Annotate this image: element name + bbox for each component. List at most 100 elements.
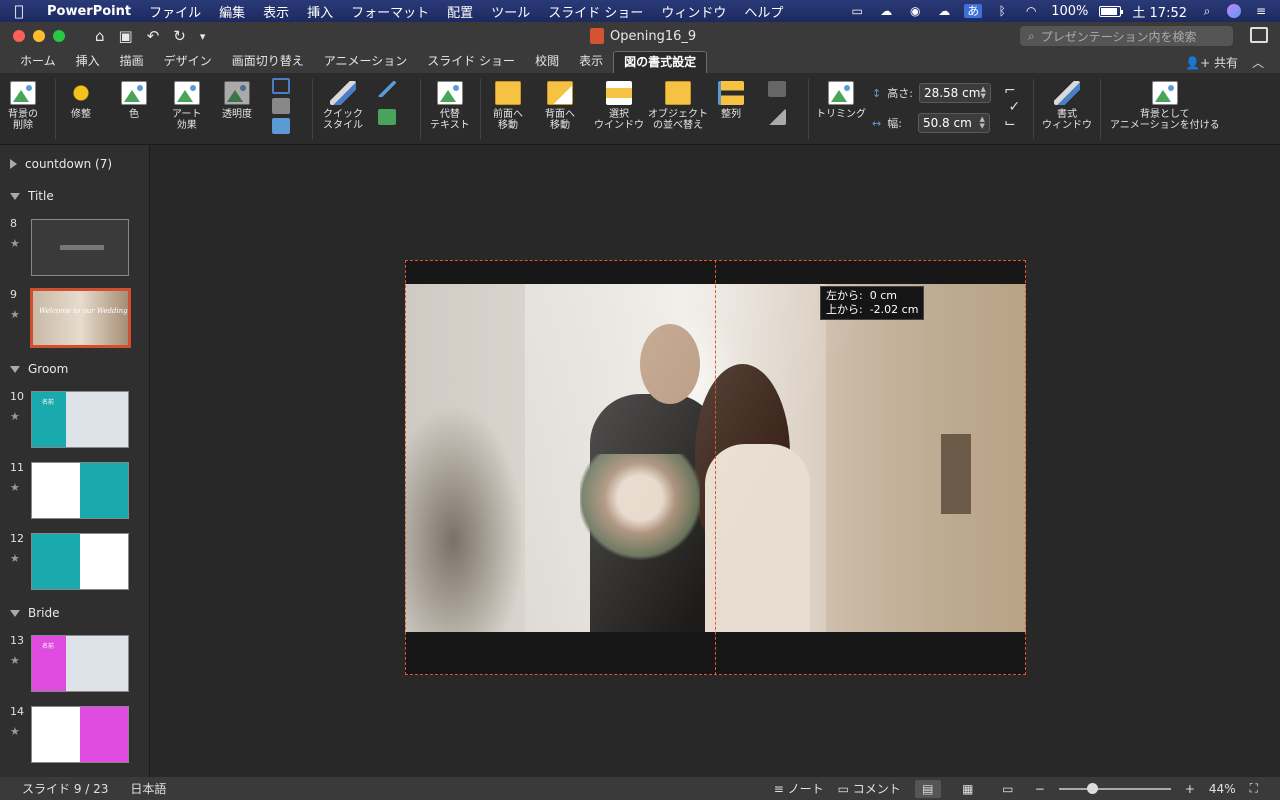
menu-view[interactable]: 表示	[254, 2, 298, 21]
menu-slideshow[interactable]: スライド ショー	[539, 2, 652, 21]
width-stepper-icon[interactable]: ▲ ▼	[980, 116, 985, 130]
bring-forward-button[interactable]: 前面へ 移動	[493, 81, 523, 131]
expand-arrow-icon[interactable]	[10, 159, 17, 169]
creative-cloud-icon[interactable]: ☁	[877, 4, 895, 18]
zoom-slider-knob[interactable]	[1087, 782, 1099, 794]
arrange-objects-button[interactable]: オブジェクト の並べ替え	[648, 81, 708, 131]
section-groom[interactable]: Groom	[10, 362, 68, 376]
section-title[interactable]: Title	[10, 189, 54, 203]
bluetooth-icon[interactable]: ᛒ	[993, 4, 1011, 18]
menu-tools[interactable]: ツール	[482, 2, 539, 21]
slide-9[interactable]	[405, 260, 1026, 675]
tab-insert[interactable]: 挿入	[66, 51, 110, 73]
slide-editor-canvas[interactable]: 左から: 0 cm 上から: -2.02 cm	[150, 145, 1280, 777]
undo-icon[interactable]: ↶	[147, 27, 160, 45]
tab-draw[interactable]: 描画	[110, 51, 154, 73]
crop-button[interactable]: トリミング	[816, 81, 866, 120]
tab-animations[interactable]: アニメーション	[314, 51, 418, 73]
menu-help[interactable]: ヘルプ	[735, 2, 792, 21]
cloud-upload-icon[interactable]: ☁	[935, 4, 953, 18]
fit-to-window-icon[interactable]: ⛶	[1250, 781, 1258, 796]
slide-thumbnail-12[interactable]	[31, 533, 129, 590]
sidebar-toggle-icon[interactable]	[1250, 27, 1268, 43]
zoom-in-icon[interactable]: +	[1185, 782, 1195, 796]
width-input[interactable]: 50.8 cm ▲ ▼	[917, 113, 990, 133]
quick-styles-button[interactable]: クイック スタイル	[323, 81, 363, 131]
slide-thumbnail-13[interactable]: 名前	[31, 635, 129, 692]
animate-background-button[interactable]: 背景として アニメーションを付ける	[1110, 81, 1220, 131]
redo-icon[interactable]: ↻	[173, 27, 186, 45]
crop-label: トリミング	[816, 109, 866, 120]
tab-review[interactable]: 校閲	[525, 51, 569, 73]
tab-transitions[interactable]: 画面切り替え	[222, 51, 314, 73]
compress-pictures-button[interactable]	[272, 78, 290, 138]
language-indicator[interactable]: 日本語	[130, 780, 166, 797]
wifi-status-icon[interactable]: ◉	[906, 4, 924, 18]
notification-center-icon[interactable]: ≡	[1252, 4, 1270, 18]
minimize-window-button[interactable]	[33, 30, 45, 42]
menu-edit[interactable]: 編集	[210, 2, 254, 21]
spotlight-icon[interactable]: ⌕	[1198, 4, 1216, 18]
zoom-slider[interactable]	[1058, 782, 1171, 794]
zoom-level[interactable]: 44%	[1209, 782, 1236, 796]
presenter-view-button[interactable]: ▭	[995, 780, 1021, 798]
lock-aspect-icon[interactable]: ⌐ ✓ ⌙	[1004, 83, 1020, 131]
menu-arrange[interactable]: 配置	[438, 2, 482, 21]
section-countdown[interactable]: countdown (7)	[10, 157, 112, 171]
corrections-button[interactable]: 修整	[68, 81, 94, 120]
customize-toolbar-icon[interactable]: ▾	[200, 30, 206, 43]
siri-icon[interactable]	[1227, 4, 1241, 18]
share-button[interactable]: 👤+ 共有	[1185, 54, 1238, 71]
save-icon[interactable]: ▣	[119, 27, 133, 45]
share-label: 共有	[1213, 55, 1238, 70]
apple-icon[interactable]: 	[0, 2, 38, 20]
tab-picture-format[interactable]: 図の書式設定	[613, 51, 708, 73]
transparency-button[interactable]: 透明度	[222, 81, 252, 120]
menu-format[interactable]: フォーマット	[342, 2, 438, 21]
display-icon[interactable]: ▭	[848, 4, 866, 18]
tab-view[interactable]: 表示	[569, 51, 613, 73]
remove-background-button[interactable]: 背景の 削除	[8, 81, 38, 131]
format-pane-button[interactable]: 書式 ウィンドウ	[1042, 81, 1092, 131]
normal-view-button[interactable]: ▤	[914, 779, 941, 798]
menu-window[interactable]: ウィンドウ	[652, 2, 735, 21]
alt-text-button[interactable]: 代替 テキスト	[430, 81, 470, 131]
slide-sorter-button[interactable]: ▦	[955, 780, 981, 798]
art-effects-button[interactable]: アート 効果	[172, 81, 201, 131]
selection-pane-button[interactable]: 選択 ウインドウ	[594, 81, 644, 131]
send-backward-button[interactable]: 背面へ 移動	[545, 81, 575, 131]
collapse-ribbon-icon[interactable]: ︿	[1252, 54, 1264, 71]
tab-slideshow[interactable]: スライド ショー	[417, 51, 525, 73]
menu-file[interactable]: ファイル	[140, 2, 210, 21]
slide-thumbnail-11[interactable]	[31, 462, 129, 519]
tab-design[interactable]: デザイン	[154, 51, 222, 73]
group-rotate-buttons[interactable]	[768, 81, 786, 129]
wifi-icon[interactable]: ◠	[1022, 4, 1040, 18]
menu-app[interactable]: PowerPoint	[38, 4, 140, 19]
search-box[interactable]: ⌕ プレゼンテーション内を検索	[1020, 26, 1233, 46]
slide-thumbnail-8[interactable]	[31, 219, 129, 276]
picture-border-button[interactable]	[378, 81, 396, 129]
zoom-window-button[interactable]	[53, 30, 65, 42]
clock[interactable]: 土 17:52	[1132, 2, 1187, 21]
comments-button[interactable]: ▭ コメント	[838, 780, 901, 797]
slide-thumbnail-9[interactable]: Welcome to our Wedding	[30, 288, 131, 348]
height-stepper-icon[interactable]: ▲ ▼	[981, 86, 986, 100]
slide-thumbnail-14[interactable]	[31, 706, 129, 763]
notes-button[interactable]: ≡ ノート	[774, 780, 824, 797]
slide-thumbnail-10[interactable]: 名前	[31, 391, 129, 448]
zoom-out-icon[interactable]: −	[1035, 782, 1045, 796]
collapse-arrow-icon[interactable]	[10, 192, 20, 200]
home-icon[interactable]: ⌂	[95, 27, 105, 45]
battery-icon[interactable]	[1099, 5, 1124, 17]
ime-icon[interactable]: あ	[964, 4, 983, 18]
tab-home[interactable]: ホーム	[10, 51, 66, 73]
section-bride[interactable]: Bride	[10, 606, 60, 620]
close-window-button[interactable]	[13, 30, 25, 42]
color-button[interactable]: 色	[121, 81, 147, 120]
height-input[interactable]: 28.58 cm ▲ ▼	[918, 83, 991, 103]
align-button[interactable]: 整列	[718, 81, 744, 120]
collapse-arrow-icon[interactable]	[10, 609, 20, 617]
menu-insert[interactable]: 挿入	[298, 2, 342, 21]
collapse-arrow-icon[interactable]	[10, 365, 20, 373]
